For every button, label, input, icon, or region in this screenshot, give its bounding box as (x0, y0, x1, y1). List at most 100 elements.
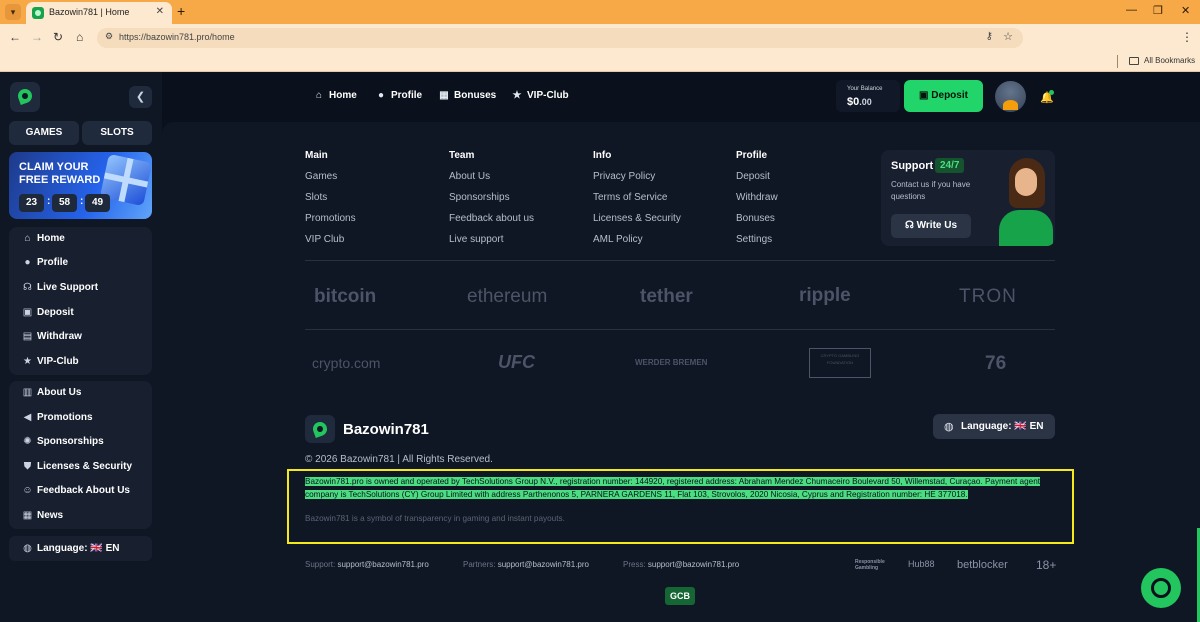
topnav-label: Bonuses (454, 90, 497, 101)
sidebar-item-about-us[interactable]: ▥ About Us (9, 381, 152, 405)
footer-col-title-main: Main (305, 150, 328, 161)
sidebar-item-label: Promotions (37, 412, 93, 423)
footer-link-settings[interactable]: Settings (736, 234, 772, 245)
contact-partners-email[interactable]: support@bazowin781.pro (498, 560, 589, 569)
topnav-vip-club[interactable]: ★ VIP-Club (511, 90, 569, 101)
footer-link-deposit[interactable]: Deposit (736, 171, 770, 182)
sidebar-item-deposit[interactable]: ▣ Deposit (9, 301, 152, 325)
sidebar-item-home[interactable]: ⌂ Home (9, 227, 152, 251)
site-favicon-icon (32, 7, 44, 19)
forward-icon[interactable]: → (31, 30, 43, 44)
home-browser-icon[interactable]: ⌂ (76, 30, 83, 44)
contact-press-email[interactable]: support@bazowin781.pro (648, 560, 739, 569)
avatar[interactable] (995, 81, 1026, 112)
sidebar-item-vip-club[interactable]: ★ VIP-Club (9, 350, 152, 374)
footer-link-privacy-policy[interactable]: Privacy Policy (593, 171, 655, 182)
support-text: Contact us if you have questions (891, 180, 971, 201)
topnav-profile[interactable]: ● Profile (375, 90, 422, 101)
tether-logo: tether (640, 286, 693, 307)
sidebar-item-withdraw[interactable]: ▤ Withdraw (9, 325, 152, 349)
sidebar-item-licenses[interactable]: ⛊ Licenses & Security (9, 455, 152, 479)
balance-display[interactable]: Your Balance $0.00 (836, 80, 900, 112)
browser-menu-icon[interactable]: ⋮ (1181, 30, 1193, 44)
deposit-button[interactable]: ▣ Deposit (904, 80, 983, 112)
sidebar-item-profile[interactable]: ● Profile (9, 251, 152, 275)
footer-link-games[interactable]: Games (305, 171, 337, 182)
footer-logo[interactable] (305, 415, 335, 443)
sidebar-item-live-support[interactable]: ☊ Live Support (9, 276, 152, 300)
sidebar-item-sponsorships[interactable]: ✺ Sponsorships (9, 430, 152, 454)
bookmarks-separator (1117, 55, 1118, 68)
sidebar-language-label: Language: 🇬🇧 EN (37, 543, 120, 554)
footer-link-licenses[interactable]: Licenses & Security (593, 213, 681, 224)
bitcoin-logo: bitcoin (314, 286, 377, 307)
sidebar-item-label: Licenses & Security (37, 461, 133, 472)
footer-link-live-support[interactable]: Live support (449, 234, 503, 245)
sidebar: ❮ GAMES SLOTS CLAIM YOUR FREE REWARD 23 … (0, 72, 162, 622)
password-key-icon[interactable]: ⚷ (986, 31, 993, 42)
sidebar-item-label: Feedback About Us (37, 485, 130, 496)
home-icon: ⌂ (24, 233, 31, 244)
footer-link-feedback[interactable]: Feedback about us (449, 213, 534, 224)
footer-link-about-us[interactable]: About Us (449, 171, 490, 182)
footer-link-slots[interactable]: Slots (305, 192, 327, 203)
betblocker-logo[interactable]: betblocker (957, 559, 1008, 571)
collapse-sidebar-button[interactable]: ❮ (129, 86, 152, 108)
home-icon: ⌂ (315, 90, 323, 101)
support-badge: 24/7 (935, 158, 965, 173)
footer-col-title-profile: Profile (736, 150, 768, 161)
all-bookmarks-link[interactable]: All Bookmarks (1144, 56, 1195, 65)
site-logo[interactable] (10, 82, 40, 112)
reward-title: CLAIM YOUR FREE REWARD (19, 161, 101, 186)
timer-minutes: 58 (52, 194, 77, 212)
contact-press: Press: support@bazowin781.pro (623, 560, 739, 569)
user-icon: ● (24, 257, 31, 268)
sidebar-language-selector[interactable]: ◍ Language: 🇬🇧 EN (9, 536, 152, 561)
balance-label: Your Balance (847, 86, 883, 92)
contact-partners: Partners: support@bazowin781.pro (463, 560, 589, 569)
footer-link-withdraw[interactable]: Withdraw (736, 192, 778, 203)
minimize-icon[interactable]: — (1126, 4, 1137, 16)
gcb-license-badge[interactable]: GCB (665, 587, 695, 605)
footer-link-sponsorships[interactable]: Sponsorships (449, 192, 510, 203)
footer-link-bonuses[interactable]: Bonuses (736, 213, 775, 224)
site-info-icon[interactable]: ⚙ (105, 31, 113, 42)
bookmark-star-icon[interactable]: ☆ (1003, 30, 1013, 43)
footer-link-vip-club[interactable]: VIP Club (305, 234, 344, 245)
sidebar-item-promotions[interactable]: ◀ Promotions (9, 406, 152, 430)
tab-search-icon[interactable]: ▾ (5, 4, 21, 20)
tab-close-icon[interactable]: ✕ (156, 6, 164, 17)
contact-support-email[interactable]: support@bazowin781.pro (337, 560, 428, 569)
reload-icon[interactable]: ↻ (53, 30, 63, 44)
footer-link-promotions[interactable]: Promotions (305, 213, 356, 224)
sidebar-item-feedback[interactable]: ☺ Feedback About Us (9, 479, 152, 503)
window-close-icon[interactable]: ✕ (1181, 4, 1190, 17)
topnav-bonuses[interactable]: ▦ Bonuses (438, 90, 496, 101)
games-button[interactable]: GAMES (9, 121, 79, 145)
browser-tab-strip: ▾ Bazowin781 | Home ✕ + — ❐ ✕ (0, 0, 1200, 24)
browser-tab[interactable]: Bazowin781 | Home ✕ (26, 2, 172, 24)
sidebar-item-news[interactable]: ▦ News (9, 504, 152, 528)
new-tab-icon[interactable]: + (177, 3, 185, 19)
hub88-logo[interactable]: Hub88 (908, 559, 935, 569)
topnav-home[interactable]: ⌂ Home (313, 90, 357, 101)
wallet-icon: ▣ (919, 90, 932, 101)
footer-link-aml-policy[interactable]: AML Policy (593, 234, 643, 245)
crypto-com-logo: crypto.com (312, 355, 381, 371)
footer-link-terms[interactable]: Terms of Service (593, 192, 667, 203)
slots-button[interactable]: SLOTS (82, 121, 152, 145)
restore-icon[interactable]: ❐ (1153, 4, 1163, 17)
live-chat-button[interactable] (1141, 568, 1181, 608)
balance-value: $0.00 (847, 96, 872, 108)
back-icon[interactable]: ← (9, 30, 21, 44)
browser-toolbar: ← → ↻ ⌂ ⚙ https://bazowin781.pro/home ⚷ … (0, 24, 1200, 52)
sidebar-menu-info: ▥ About Us ◀ Promotions ✺ Sponsorships ⛊… (9, 381, 152, 529)
ethereum-logo: ethereum (467, 286, 548, 307)
footer-language-selector[interactable]: ◍ Language: 🇬🇧 EN (933, 414, 1055, 439)
free-reward-banner[interactable]: CLAIM YOUR FREE REWARD 23 : 58 : 49 (9, 152, 152, 219)
footer-language-label: Language: 🇬🇧 EN (961, 421, 1044, 432)
address-bar[interactable]: ⚙ https://bazowin781.pro/home ⚷ ☆ (97, 28, 1023, 48)
legal-notice-box: Bazowin781.pro is owned and operated by … (287, 469, 1074, 544)
responsible-gambling-logo[interactable]: Responsible Gambling (855, 559, 895, 571)
write-us-button[interactable]: ☊ Write Us (891, 214, 971, 238)
